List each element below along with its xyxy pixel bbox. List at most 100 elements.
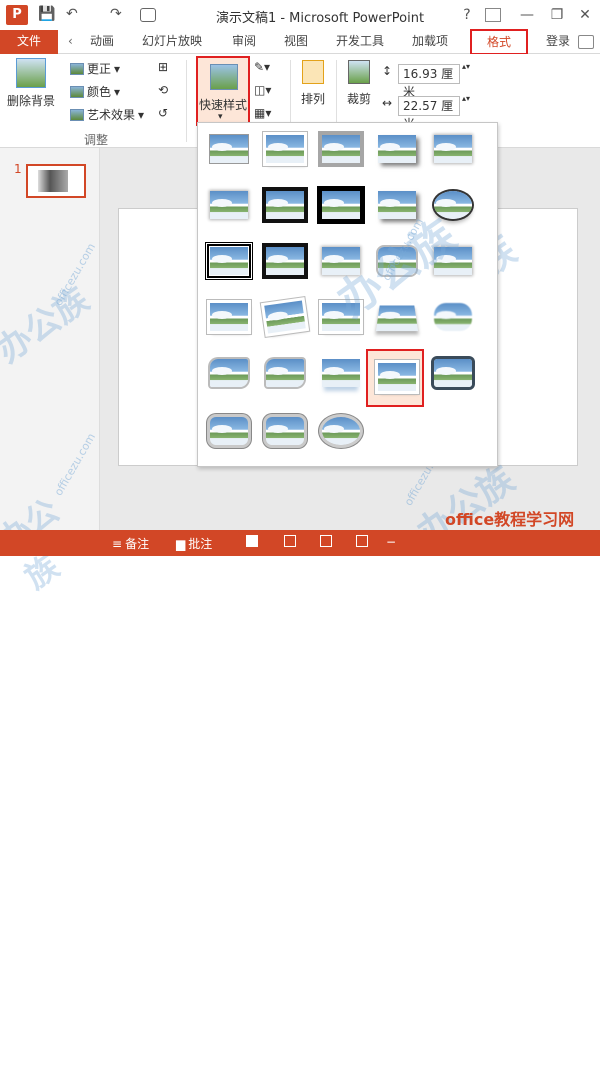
slide-sorter-icon [284,535,296,547]
style-simple-frame[interactable] [202,127,254,173]
artistic-effects-button[interactable]: 艺术效果 ▾ [70,106,144,123]
tab-file[interactable]: 文件 [0,30,58,54]
notes-icon: ≡ [112,536,123,551]
login-link[interactable]: 登录 [540,30,576,54]
style-drop-shadow[interactable] [370,127,422,173]
crop-label: 裁剪 [346,92,371,106]
restore-button[interactable]: ❐ [545,4,569,26]
compress-pictures-icon[interactable]: ⊞ [158,60,168,74]
style-soft-shadow[interactable] [426,127,478,173]
style-thumbnail [378,363,416,391]
color-label: 颜色 [87,85,112,99]
undo-icon[interactable]: ↶ [66,6,78,22]
style-bevel-perspective[interactable] [258,351,310,397]
powerpoint-logo-icon: P [6,5,28,25]
style-thumbnail [378,135,416,163]
close-button[interactable]: ✕ [573,4,597,26]
group-label-adjust: 调整 [84,133,109,147]
style-selected[interactable] [366,349,424,407]
tab-addins[interactable]: 加载项 [406,30,454,54]
brand-url: www.office68.com [450,1057,551,1070]
color-button[interactable]: 颜色 ▾ [70,83,120,100]
tab-slideshow[interactable]: 幻灯片放映 [136,30,208,54]
picture-effects-icon[interactable]: ◫▾ [254,83,271,97]
style-metal-frame[interactable] [202,409,254,455]
style-thumbnail [434,303,472,331]
width-icon: ↔ [382,96,393,110]
slide-thumbnail[interactable] [26,164,86,198]
style-reflected[interactable] [202,183,254,229]
brand-watermark: office教程学习网 [445,510,575,529]
normal-view-button[interactable] [246,535,258,547]
reading-view-button[interactable] [320,535,332,547]
style-metal-oval[interactable] [314,409,366,455]
watermark-text: 办公族 [0,279,97,372]
corrections-icon [70,62,84,75]
quick-styles-button[interactable]: 快速样式 ▾ [196,56,250,126]
redo-icon[interactable]: ↷ [110,6,122,22]
ribbon-tabs: 文件 ‹ 动画 幻灯片放映 审阅 视图 开发工具 加载项 格式 登录 [0,29,600,55]
quick-styles-icon [210,64,238,90]
remove-background-button[interactable]: 删除背景 [4,58,58,109]
help-button[interactable]: ? [455,4,479,26]
style-rotated-white[interactable] [258,295,310,341]
normal-view-icon [246,535,258,547]
picture-border-icon[interactable]: ✎▾ [254,60,270,74]
style-reflected-bevel[interactable] [314,351,366,397]
tab-developer[interactable]: 开发工具 [330,30,390,54]
height-icon: ↕ [382,64,393,78]
user-icon[interactable] [578,35,594,49]
style-thumbnail [434,359,472,387]
tab-format[interactable]: 格式 [470,29,528,55]
crop-button[interactable]: 裁剪 [342,60,376,107]
save-icon[interactable]: 💾 [38,6,55,22]
style-beveled-white[interactable] [258,127,310,173]
style-thumbnail [210,191,248,219]
reading-view-icon [320,535,332,547]
style-thin-black[interactable] [258,239,310,285]
zoom-out-button[interactable]: − [386,535,396,549]
style-soft-edge-oval[interactable] [426,295,478,341]
artistic-effects-icon [70,108,84,121]
tab-animations[interactable]: 动画 [84,30,120,54]
style-metal-rounded[interactable] [258,409,310,455]
corrections-button[interactable]: 更正 ▾ [70,60,120,77]
minimize-button[interactable]: — [515,4,539,26]
status-bar: ≡ 备注 ▆ 批注 − www.office68.com [0,530,600,1070]
slide-sorter-button[interactable] [284,535,296,547]
style-thumbnail [434,135,472,163]
style-thumbnail [210,135,248,163]
tab-scroll-left-icon[interactable]: ‹ [62,30,74,54]
reset-picture-icon[interactable]: ↺ [158,106,168,120]
ribbon-display-icon[interactable] [485,8,501,22]
notes-button[interactable]: ≡ 备注 [112,535,149,552]
present-icon[interactable] [140,8,156,22]
height-spinner-icon[interactable]: ▴▾ [462,62,470,71]
style-double-frame[interactable] [202,239,254,285]
title-bar: P 💾 ↶ ↷ 演示文稿1 - Microsoft PowerPoint ? —… [0,0,600,30]
comments-button[interactable]: ▆ 批注 [176,535,212,552]
width-field[interactable]: 22.57 厘米 [398,96,460,131]
height-field[interactable]: 16.93 厘米 [398,64,460,99]
slideshow-button[interactable] [356,535,368,547]
tab-view[interactable]: 视图 [278,30,314,54]
quick-styles-gallery: 办公族 officezu.com [197,122,498,467]
comment-icon: ▆ [176,536,186,551]
tab-review[interactable]: 审阅 [226,30,262,54]
style-bevel-rounded[interactable] [202,351,254,397]
style-thumbnail [266,135,304,163]
slideshow-icon [356,535,368,547]
style-thumbnail [322,191,360,219]
arrange-icon [302,60,324,84]
style-dark-rounded[interactable] [426,351,478,397]
style-gray-matte[interactable] [314,127,366,173]
slide-thumbnails-pane: 1 办公族 officezu.com 办公族 officezu.com [0,148,100,597]
picture-layout-icon[interactable]: ▦▾ [254,106,271,120]
arrange-button[interactable]: 排列 [296,60,330,107]
style-simple-white[interactable] [202,295,254,341]
style-black-frame[interactable] [258,183,310,229]
change-picture-icon[interactable]: ⟲ [158,83,168,97]
width-spinner-icon[interactable]: ▴▾ [462,94,470,103]
style-thick-black[interactable] [314,183,366,229]
remove-background-label: 删除背景 [6,94,55,108]
